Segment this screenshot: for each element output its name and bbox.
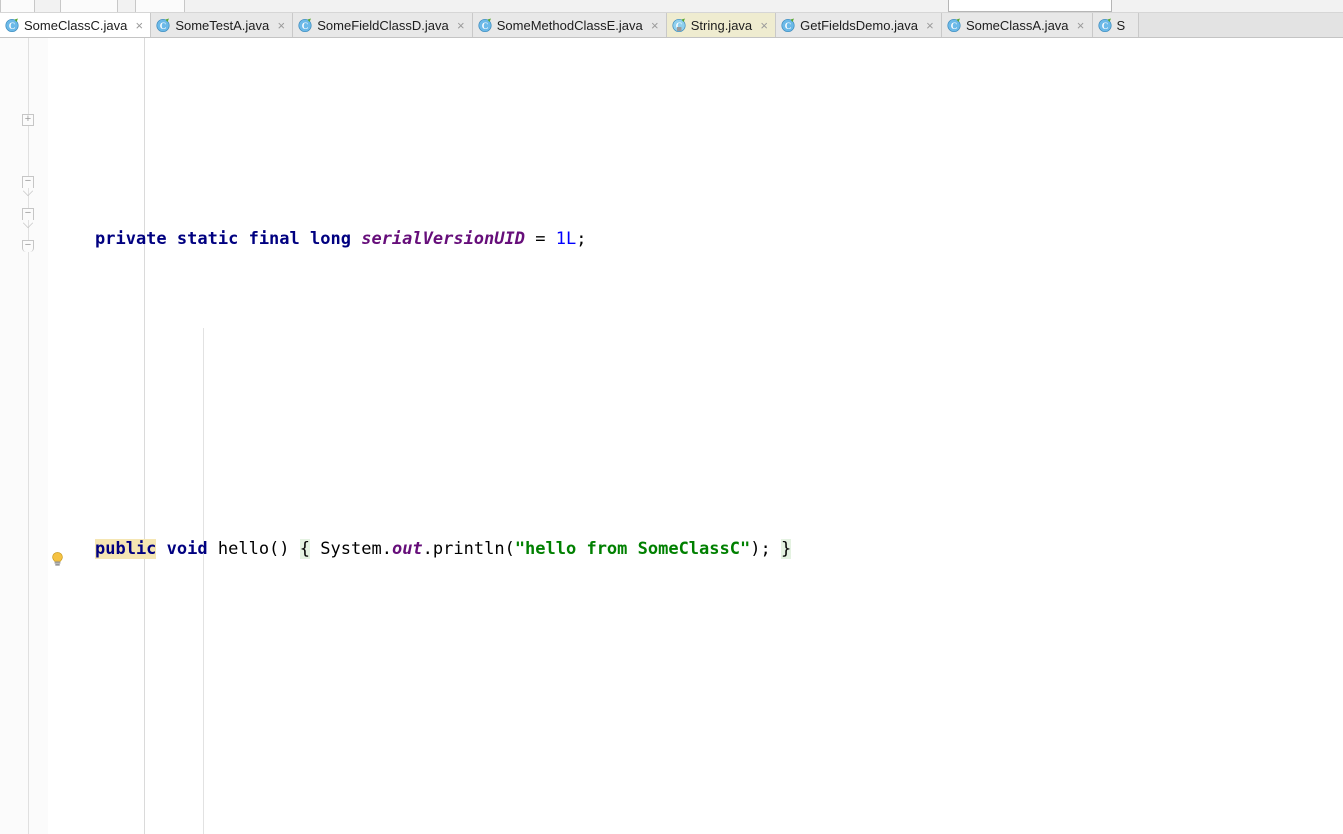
- code-content[interactable]: private static final long serialVersionU…: [48, 38, 1343, 834]
- token-call-tail: );: [750, 539, 771, 559]
- editor-tab-bar: C SomeClassC.java × C SomeTestA.java × C…: [0, 13, 1343, 38]
- close-icon[interactable]: ×: [134, 19, 144, 32]
- token-void: void: [166, 539, 208, 559]
- svg-text:C: C: [1101, 21, 1108, 31]
- minus-icon: −: [24, 239, 32, 251]
- token-final: final: [248, 229, 300, 249]
- java-class-icon: C: [298, 18, 313, 33]
- token-out: out: [391, 539, 423, 559]
- token-public: public: [95, 539, 157, 559]
- minus-icon: −: [24, 175, 32, 187]
- fold-marker-expanded-1[interactable]: −: [22, 176, 35, 189]
- token-private: private: [95, 229, 167, 249]
- token-brace-close: }: [780, 539, 792, 559]
- token-string-hello: "hello from SomeClassC": [514, 539, 751, 559]
- code-editor[interactable]: + − − − private static final long serial…: [0, 38, 1343, 834]
- java-class-icon: C: [1097, 18, 1113, 33]
- code-line-hello[interactable]: public void hello() { System.out.println…: [48, 534, 1343, 565]
- close-icon[interactable]: ×: [759, 19, 769, 32]
- token-semicolon: ;: [576, 229, 587, 249]
- svg-text:C: C: [160, 21, 167, 31]
- tab-string[interactable]: C String.java ×: [666, 13, 777, 37]
- token-static: static: [176, 229, 239, 249]
- minus-icon: −: [24, 207, 32, 219]
- token-dot2: .: [422, 539, 433, 559]
- token-hello-sig: hello(): [217, 539, 290, 559]
- token-println: println(: [432, 539, 515, 559]
- java-class-icon: C: [5, 18, 20, 33]
- tab-label: SomeClassC.java: [24, 18, 128, 33]
- tab-somemethodclasse[interactable]: C SomeMethodClassE.java ×: [472, 13, 667, 37]
- token-system: System: [320, 539, 382, 559]
- tab-label: SomeTestA.java: [175, 18, 270, 33]
- java-class-icon: C: [781, 18, 796, 33]
- close-icon[interactable]: ×: [276, 19, 286, 32]
- java-class-icon: C: [478, 18, 493, 33]
- toolbar-segment-mid: [60, 0, 118, 12]
- java-class-icon: C: [947, 18, 962, 33]
- token-serialversionuid: serialVersionUID: [361, 229, 525, 249]
- tab-partial-next[interactable]: C S: [1092, 13, 1140, 37]
- tab-label: S: [1116, 18, 1126, 33]
- fold-marker-collapsed[interactable]: +: [22, 114, 35, 127]
- java-class-icon: C: [156, 18, 171, 33]
- plus-icon: +: [24, 113, 32, 125]
- token-number: 1L: [555, 229, 577, 249]
- close-icon[interactable]: ×: [650, 19, 660, 32]
- tab-getfieldsdemo[interactable]: C GetFieldsDemo.java ×: [776, 13, 942, 37]
- tab-label: SomeFieldClassD.java: [317, 18, 449, 33]
- tab-label: SomeMethodClassE.java: [496, 18, 643, 33]
- tab-somefieldclassd[interactable]: C SomeFieldClassD.java ×: [293, 13, 473, 37]
- code-line-blank-2[interactable]: [48, 689, 1343, 720]
- token-brace-open: {: [299, 539, 311, 559]
- tab-label: GetFieldsDemo.java: [800, 18, 918, 33]
- close-icon[interactable]: ×: [925, 19, 935, 32]
- close-icon[interactable]: ×: [456, 19, 466, 32]
- annotation-strip: [34, 38, 48, 834]
- token-long: long: [310, 229, 351, 249]
- toolbar-segment-left: [0, 0, 35, 12]
- token-dot: .: [381, 539, 392, 559]
- code-line-blank-1[interactable]: [48, 379, 1343, 410]
- svg-text:C: C: [951, 21, 958, 31]
- close-icon[interactable]: ×: [1076, 19, 1086, 32]
- svg-text:C: C: [302, 21, 309, 31]
- gutter-divider: [28, 38, 29, 834]
- svg-text:C: C: [785, 21, 792, 31]
- tab-someclassa[interactable]: C SomeClassA.java ×: [941, 13, 1093, 37]
- toolbar-segment-right: [135, 0, 185, 12]
- search-input[interactable]: [948, 0, 1112, 12]
- java-class-icon: C: [672, 18, 687, 33]
- tab-someclassc[interactable]: C SomeClassC.java ×: [0, 13, 152, 37]
- tab-label: String.java: [690, 18, 753, 33]
- token-equals: =: [535, 229, 546, 249]
- svg-text:C: C: [482, 21, 489, 31]
- fold-marker-expanded-2[interactable]: −: [22, 208, 35, 221]
- editor-gutter[interactable]: + − − −: [0, 38, 48, 834]
- tab-label: SomeClassA.java: [965, 18, 1069, 33]
- svg-text:C: C: [9, 21, 16, 31]
- toolbar-remnant: [0, 0, 1343, 13]
- code-line-serialversionuid[interactable]: private static final long serialVersionU…: [48, 224, 1343, 255]
- fold-marker-expanded-3[interactable]: −: [22, 240, 35, 253]
- tab-sometesta[interactable]: C SomeTestA.java ×: [151, 13, 294, 37]
